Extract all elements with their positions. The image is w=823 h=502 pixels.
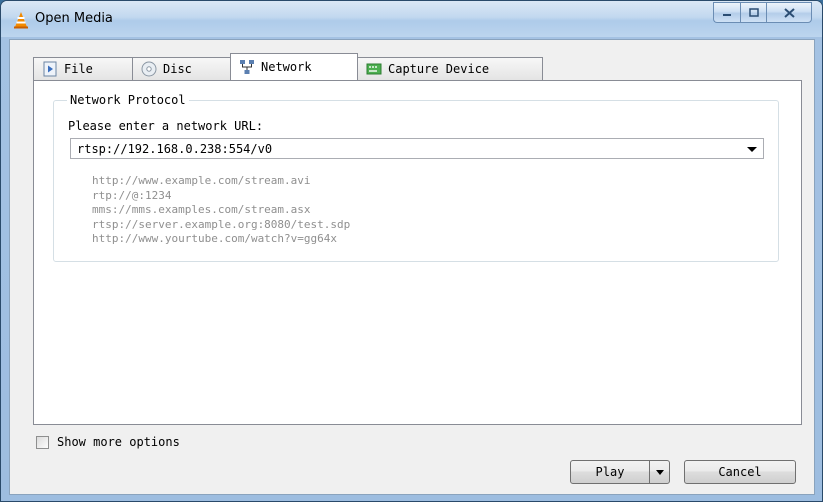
title-bar[interactable]: Open Media [1,1,822,37]
tab-file-label: File [64,62,93,76]
url-example: http://www.example.com/stream.avi [92,174,311,187]
url-example: rtp://@:1234 [92,188,172,202]
maximize-icon [748,8,759,17]
capture-device-icon [366,63,382,75]
chevron-down-icon[interactable] [747,147,757,152]
show-more-options-checkbox[interactable] [36,435,49,449]
tab-disc-label: Disc [163,62,192,76]
show-more-options-label: Show more options [57,435,180,449]
url-example: http://www.yourtube.com/watch?v=gg64x [92,232,338,245]
cancel-button[interactable]: Cancel [684,460,796,484]
network-icon [240,60,254,74]
group-title: Network Protocol [67,93,189,107]
chevron-down-icon [655,469,664,475]
tab-disc[interactable]: Disc [132,57,231,80]
minimize-button[interactable] [713,2,740,23]
file-icon [43,61,57,77]
window-title: Open Media [35,11,113,26]
url-label: Please enter a network URL: [68,119,264,133]
tab-capture-device[interactable]: Capture Device [357,57,543,80]
network-tab-panel: Network Protocol Please enter a network … [33,80,802,425]
url-example: mms://mms.examples.com/stream.asx [92,203,311,216]
tab-bar: File Disc Network Capture Device [33,53,543,80]
url-examples-list: http://www.example.com/stream.avi rtp://… [92,174,350,247]
close-icon [783,7,795,18]
network-protocol-group: Network Protocol Please enter a network … [53,93,779,262]
close-button[interactable] [766,2,812,23]
network-url-combobox[interactable]: rtsp://192.168.0.238:554/v0 [70,138,764,159]
show-more-options[interactable]: Show more options [36,435,180,449]
tab-capture-device-label: Capture Device [388,62,490,76]
maximize-button[interactable] [740,2,766,23]
tab-network-label: Network [261,60,312,74]
tab-file[interactable]: File [33,57,133,80]
minimize-icon [723,13,731,16]
play-dropdown-button[interactable] [649,460,670,484]
cancel-button-label: Cancel [718,465,762,479]
play-button[interactable]: Play [570,460,650,484]
disc-icon [141,61,157,77]
network-url-value: rtsp://192.168.0.238:554/v0 [77,142,273,156]
url-example: rtsp://server.example.org:8080/test.sdp [92,217,351,231]
play-button-label: Play [595,465,625,479]
open-media-window: Open Media File Disc Network Capture Dev… [0,0,823,502]
tab-network[interactable]: Network [230,53,358,80]
caption-buttons [713,2,812,23]
vlc-cone-icon [14,12,28,29]
